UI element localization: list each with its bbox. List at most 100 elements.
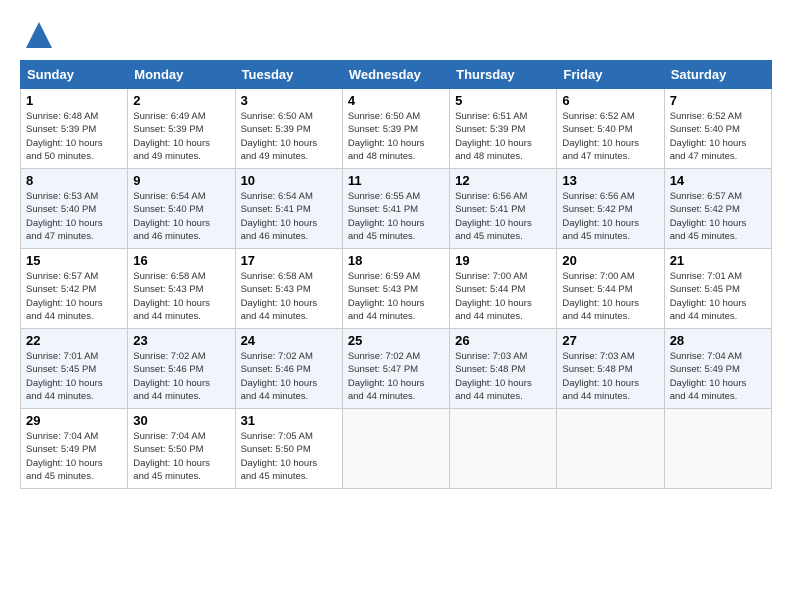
day-number: 30 bbox=[133, 413, 229, 428]
header-tuesday: Tuesday bbox=[235, 61, 342, 89]
day-detail: Sunrise: 7:03 AM Sunset: 5:48 PM Dayligh… bbox=[562, 350, 658, 403]
calendar-cell: 10 Sunrise: 6:54 AM Sunset: 5:41 PM Dayli… bbox=[235, 169, 342, 249]
calendar-cell: 7 Sunrise: 6:52 AM Sunset: 5:40 PM Daylig… bbox=[664, 89, 771, 169]
calendar-cell: 23Sunrise: 7:02 AM Sunset: 5:46 PM Dayli… bbox=[128, 329, 235, 409]
day-number: 25 bbox=[348, 333, 444, 348]
calendar-cell: 1 Sunrise: 6:48 AM Sunset: 5:39 PM Daylig… bbox=[21, 89, 128, 169]
day-detail: Sunrise: 6:52 AM Sunset: 5:40 PM Dayligh… bbox=[562, 110, 658, 163]
calendar-week-3: 15Sunrise: 6:57 AM Sunset: 5:42 PM Dayli… bbox=[21, 249, 772, 329]
day-detail: Sunrise: 6:54 AM Sunset: 5:40 PM Dayligh… bbox=[133, 190, 229, 243]
calendar-cell bbox=[557, 409, 664, 489]
day-detail: Sunrise: 7:02 AM Sunset: 5:47 PM Dayligh… bbox=[348, 350, 444, 403]
day-detail: Sunrise: 7:04 AM Sunset: 5:49 PM Dayligh… bbox=[670, 350, 766, 403]
header-thursday: Thursday bbox=[450, 61, 557, 89]
calendar-cell bbox=[342, 409, 449, 489]
day-number: 12 bbox=[455, 173, 551, 188]
day-detail: Sunrise: 6:49 AM Sunset: 5:39 PM Dayligh… bbox=[133, 110, 229, 163]
calendar-cell: 28 Sunrise: 7:04 AM Sunset: 5:49 PM Dayli… bbox=[664, 329, 771, 409]
logo bbox=[20, 20, 54, 50]
calendar-cell: 12Sunrise: 6:56 AM Sunset: 5:41 PM Dayli… bbox=[450, 169, 557, 249]
day-number: 15 bbox=[26, 253, 122, 268]
day-detail: Sunrise: 6:53 AM Sunset: 5:40 PM Dayligh… bbox=[26, 190, 122, 243]
day-number: 8 bbox=[26, 173, 122, 188]
day-number: 17 bbox=[241, 253, 337, 268]
day-number: 28 bbox=[670, 333, 766, 348]
calendar-cell: 2Sunrise: 6:49 AM Sunset: 5:39 PM Daylig… bbox=[128, 89, 235, 169]
calendar-cell: 29 Sunrise: 7:04 AM Sunset: 5:49 PM Dayli… bbox=[21, 409, 128, 489]
day-number: 18 bbox=[348, 253, 444, 268]
calendar-cell: 19 Sunrise: 7:00 AM Sunset: 5:44 PM Dayli… bbox=[450, 249, 557, 329]
day-number: 3 bbox=[241, 93, 337, 108]
day-detail: Sunrise: 6:59 AM Sunset: 5:43 PM Dayligh… bbox=[348, 270, 444, 323]
day-detail: Sunrise: 7:00 AM Sunset: 5:44 PM Dayligh… bbox=[562, 270, 658, 323]
calendar-cell: 20 Sunrise: 7:00 AM Sunset: 5:44 PM Dayli… bbox=[557, 249, 664, 329]
calendar-cell: 11 Sunrise: 6:55 AM Sunset: 5:41 PM Dayli… bbox=[342, 169, 449, 249]
header-sunday: Sunday bbox=[21, 61, 128, 89]
day-number: 31 bbox=[241, 413, 337, 428]
day-detail: Sunrise: 6:52 AM Sunset: 5:40 PM Dayligh… bbox=[670, 110, 766, 163]
day-detail: Sunrise: 6:55 AM Sunset: 5:41 PM Dayligh… bbox=[348, 190, 444, 243]
day-detail: Sunrise: 7:03 AM Sunset: 5:48 PM Dayligh… bbox=[455, 350, 551, 403]
calendar-cell: 16 Sunrise: 6:58 AM Sunset: 5:43 PM Dayli… bbox=[128, 249, 235, 329]
day-number: 13 bbox=[562, 173, 658, 188]
day-number: 1 bbox=[26, 93, 122, 108]
header-saturday: Saturday bbox=[664, 61, 771, 89]
header-friday: Friday bbox=[557, 61, 664, 89]
calendar-cell: 15Sunrise: 6:57 AM Sunset: 5:42 PM Dayli… bbox=[21, 249, 128, 329]
calendar-cell: 26 Sunrise: 7:03 AM Sunset: 5:48 PM Dayli… bbox=[450, 329, 557, 409]
day-number: 19 bbox=[455, 253, 551, 268]
page-header bbox=[20, 20, 772, 50]
header-monday: Monday bbox=[128, 61, 235, 89]
day-number: 27 bbox=[562, 333, 658, 348]
calendar-cell: 25 Sunrise: 7:02 AM Sunset: 5:47 PM Dayli… bbox=[342, 329, 449, 409]
day-detail: Sunrise: 6:50 AM Sunset: 5:39 PM Dayligh… bbox=[348, 110, 444, 163]
calendar-cell: 31Sunrise: 7:05 AM Sunset: 5:50 PM Dayli… bbox=[235, 409, 342, 489]
day-number: 11 bbox=[348, 173, 444, 188]
day-number: 14 bbox=[670, 173, 766, 188]
calendar-cell: 14 Sunrise: 6:57 AM Sunset: 5:42 PM Dayli… bbox=[664, 169, 771, 249]
day-detail: Sunrise: 6:50 AM Sunset: 5:39 PM Dayligh… bbox=[241, 110, 337, 163]
calendar-week-5: 29 Sunrise: 7:04 AM Sunset: 5:49 PM Dayli… bbox=[21, 409, 772, 489]
calendar-cell: 30Sunrise: 7:04 AM Sunset: 5:50 PM Dayli… bbox=[128, 409, 235, 489]
day-number: 24 bbox=[241, 333, 337, 348]
day-number: 10 bbox=[241, 173, 337, 188]
logo-icon bbox=[24, 20, 54, 50]
calendar-header-row: SundayMondayTuesdayWednesdayThursdayFrid… bbox=[21, 61, 772, 89]
calendar-cell: 17 Sunrise: 6:58 AM Sunset: 5:43 PM Dayli… bbox=[235, 249, 342, 329]
calendar-cell: 8 Sunrise: 6:53 AM Sunset: 5:40 PM Daylig… bbox=[21, 169, 128, 249]
day-detail: Sunrise: 6:48 AM Sunset: 5:39 PM Dayligh… bbox=[26, 110, 122, 163]
calendar-table: SundayMondayTuesdayWednesdayThursdayFrid… bbox=[20, 60, 772, 489]
day-number: 5 bbox=[455, 93, 551, 108]
day-detail: Sunrise: 7:02 AM Sunset: 5:46 PM Dayligh… bbox=[133, 350, 229, 403]
day-number: 29 bbox=[26, 413, 122, 428]
day-detail: Sunrise: 7:01 AM Sunset: 5:45 PM Dayligh… bbox=[670, 270, 766, 323]
day-number: 22 bbox=[26, 333, 122, 348]
day-detail: Sunrise: 7:04 AM Sunset: 5:49 PM Dayligh… bbox=[26, 430, 122, 483]
day-detail: Sunrise: 6:54 AM Sunset: 5:41 PM Dayligh… bbox=[241, 190, 337, 243]
day-detail: Sunrise: 7:01 AM Sunset: 5:45 PM Dayligh… bbox=[26, 350, 122, 403]
calendar-cell: 21 Sunrise: 7:01 AM Sunset: 5:45 PM Dayli… bbox=[664, 249, 771, 329]
calendar-cell: 5 Sunrise: 6:51 AM Sunset: 5:39 PM Daylig… bbox=[450, 89, 557, 169]
calendar-cell: 6 Sunrise: 6:52 AM Sunset: 5:40 PM Daylig… bbox=[557, 89, 664, 169]
day-detail: Sunrise: 7:00 AM Sunset: 5:44 PM Dayligh… bbox=[455, 270, 551, 323]
day-detail: Sunrise: 6:58 AM Sunset: 5:43 PM Dayligh… bbox=[133, 270, 229, 323]
day-detail: Sunrise: 6:56 AM Sunset: 5:42 PM Dayligh… bbox=[562, 190, 658, 243]
calendar-cell: 13 Sunrise: 6:56 AM Sunset: 5:42 PM Dayli… bbox=[557, 169, 664, 249]
day-detail: Sunrise: 6:51 AM Sunset: 5:39 PM Dayligh… bbox=[455, 110, 551, 163]
calendar-cell: 18 Sunrise: 6:59 AM Sunset: 5:43 PM Dayli… bbox=[342, 249, 449, 329]
day-number: 6 bbox=[562, 93, 658, 108]
day-detail: Sunrise: 6:57 AM Sunset: 5:42 PM Dayligh… bbox=[670, 190, 766, 243]
calendar-cell bbox=[664, 409, 771, 489]
calendar-body: 1 Sunrise: 6:48 AM Sunset: 5:39 PM Daylig… bbox=[21, 89, 772, 489]
day-number: 7 bbox=[670, 93, 766, 108]
calendar-cell: 3 Sunrise: 6:50 AM Sunset: 5:39 PM Daylig… bbox=[235, 89, 342, 169]
calendar-week-2: 8 Sunrise: 6:53 AM Sunset: 5:40 PM Daylig… bbox=[21, 169, 772, 249]
day-number: 16 bbox=[133, 253, 229, 268]
calendar-cell: 22 Sunrise: 7:01 AM Sunset: 5:45 PM Dayli… bbox=[21, 329, 128, 409]
day-number: 20 bbox=[562, 253, 658, 268]
day-number: 21 bbox=[670, 253, 766, 268]
calendar-week-1: 1 Sunrise: 6:48 AM Sunset: 5:39 PM Daylig… bbox=[21, 89, 772, 169]
day-detail: Sunrise: 7:02 AM Sunset: 5:46 PM Dayligh… bbox=[241, 350, 337, 403]
day-detail: Sunrise: 6:58 AM Sunset: 5:43 PM Dayligh… bbox=[241, 270, 337, 323]
day-number: 26 bbox=[455, 333, 551, 348]
